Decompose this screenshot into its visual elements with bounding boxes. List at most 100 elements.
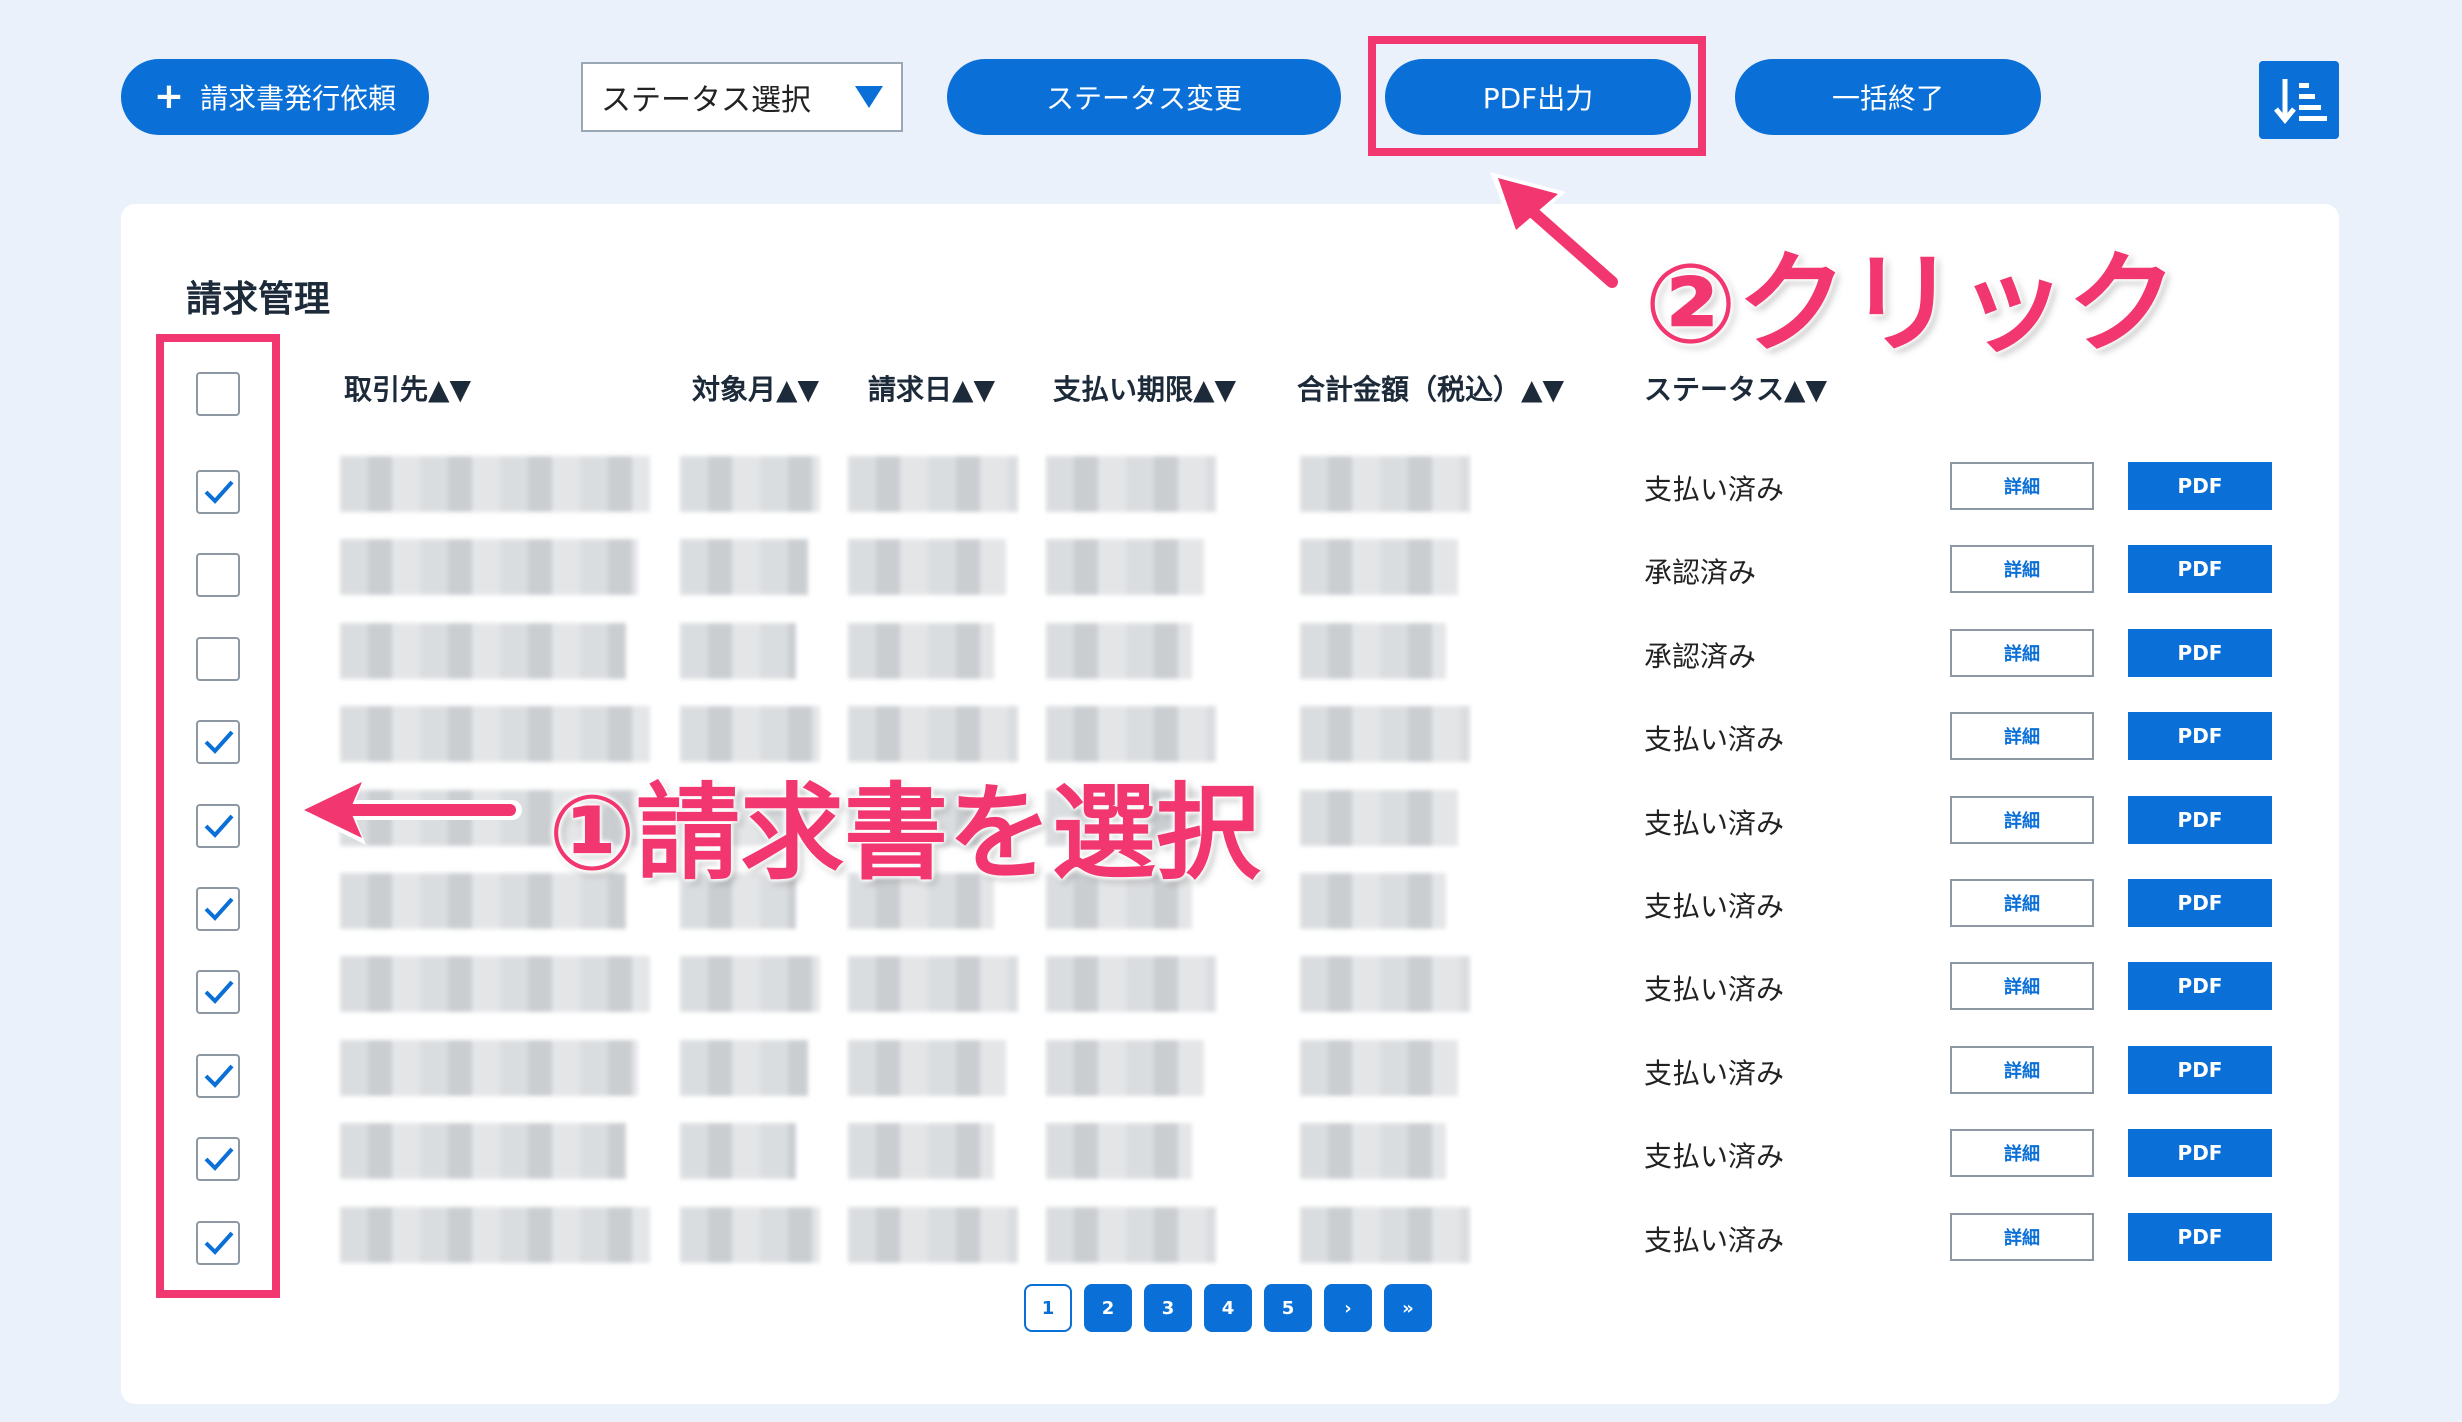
status-text: 支払い済み xyxy=(1644,1057,1785,1090)
detail-button[interactable]: 詳細 xyxy=(1950,629,2094,677)
step2-annotation: ②クリック xyxy=(1644,240,2178,368)
page-4[interactable]: 4 xyxy=(1204,1284,1252,1332)
redacted-cell xyxy=(680,1123,796,1179)
pdf-button[interactable]: PDF xyxy=(2128,962,2272,1010)
last-page-button[interactable]: » xyxy=(1384,1284,1432,1332)
redacted-cell xyxy=(1300,1040,1458,1096)
step1-annotation: ①請求書を選択 xyxy=(548,772,1261,894)
status-select[interactable]: ステータス選択 xyxy=(581,62,903,132)
detail-button[interactable]: 詳細 xyxy=(1950,1213,2094,1261)
redacted-cell xyxy=(1300,623,1446,679)
detail-button[interactable]: 詳細 xyxy=(1950,796,2094,844)
detail-button[interactable]: 詳細 xyxy=(1950,545,2094,593)
header-target-month[interactable]: 対象月▲▼ xyxy=(692,368,819,408)
redacted-cell xyxy=(1046,1123,1192,1179)
pdf-button[interactable]: PDF xyxy=(2128,462,2272,510)
bulk-end-label: 一括終了 xyxy=(1831,82,1944,115)
redacted-cell xyxy=(848,1123,994,1179)
detail-button[interactable]: 詳細 xyxy=(1950,712,2094,760)
redacted-cell xyxy=(1300,1123,1446,1179)
redacted-cell xyxy=(1300,1207,1470,1263)
redacted-cell xyxy=(848,1207,1018,1263)
redacted-cell xyxy=(1046,623,1192,679)
redacted-cell xyxy=(340,1040,638,1096)
detail-button[interactable]: 詳細 xyxy=(1950,962,2094,1010)
redacted-cell xyxy=(848,456,1018,512)
status-text: 承認済み xyxy=(1644,640,1757,673)
redacted-cell xyxy=(680,1207,820,1263)
redacted-cell xyxy=(1300,706,1470,762)
pdf-button[interactable]: PDF xyxy=(2128,1046,2272,1094)
arrow-up-left-icon xyxy=(1490,172,1624,294)
redacted-cell xyxy=(848,539,1006,595)
redacted-cell xyxy=(1300,956,1470,1012)
status-select-value: ステータス選択 xyxy=(601,83,811,118)
pdf-button[interactable]: PDF xyxy=(2128,629,2272,677)
status-text: 承認済み xyxy=(1644,556,1757,589)
redacted-cell xyxy=(680,456,820,512)
redacted-cell xyxy=(680,623,796,679)
redacted-cell xyxy=(1300,539,1458,595)
redacted-cell xyxy=(1046,1207,1216,1263)
page-title: 請求管理 xyxy=(186,279,331,320)
plus-icon: + xyxy=(153,76,185,117)
pdf-button-highlight xyxy=(1368,36,1706,156)
detail-button[interactable]: 詳細 xyxy=(1950,879,2094,927)
pdf-button[interactable]: PDF xyxy=(2128,545,2272,593)
status-change-label: ステータス変更 xyxy=(1045,82,1242,115)
header-status[interactable]: ステータス▲▼ xyxy=(1644,368,1827,408)
header-partner[interactable]: 取引先▲▼ xyxy=(344,368,471,408)
redacted-cell xyxy=(340,1123,626,1179)
redacted-cell xyxy=(1046,539,1204,595)
pdf-button[interactable]: PDF xyxy=(2128,1129,2272,1177)
redacted-cell xyxy=(848,623,994,679)
status-text: 支払い済み xyxy=(1644,807,1785,840)
header-invoice-date[interactable]: 請求日▲▼ xyxy=(868,368,995,408)
redacted-cell xyxy=(340,539,638,595)
next-page-button[interactable]: › xyxy=(1324,1284,1372,1332)
redacted-cell xyxy=(680,1040,808,1096)
header-due-date[interactable]: 支払い期限▲▼ xyxy=(1053,368,1236,408)
detail-button[interactable]: 詳細 xyxy=(1950,1046,2094,1094)
status-text: 支払い済み xyxy=(1644,973,1785,1006)
status-text: 支払い済み xyxy=(1644,890,1785,923)
sort-descending-icon xyxy=(2274,79,2327,124)
status-text: 支払い済み xyxy=(1644,723,1785,756)
redacted-cell xyxy=(340,456,650,512)
request-invoice-button[interactable]: + 請求書発行依頼 xyxy=(121,59,429,135)
redacted-cell xyxy=(340,956,650,1012)
status-text: 支払い済み xyxy=(1644,1140,1785,1173)
request-invoice-label: 請求書発行依頼 xyxy=(200,82,397,115)
redacted-cell xyxy=(1046,456,1216,512)
sort-button[interactable] xyxy=(2259,61,2339,139)
page-3[interactable]: 3 xyxy=(1144,1284,1192,1332)
redacted-cell xyxy=(680,539,808,595)
chevron-down-icon xyxy=(855,86,883,108)
page-1[interactable]: 1 xyxy=(1024,1284,1072,1332)
header-total-amount[interactable]: 合計金額（税込）▲▼ xyxy=(1297,368,1564,408)
redacted-cell xyxy=(340,623,626,679)
checkbox-column-highlight xyxy=(156,334,280,1298)
page-5[interactable]: 5 xyxy=(1264,1284,1312,1332)
pdf-button[interactable]: PDF xyxy=(2128,1213,2272,1261)
page-2[interactable]: 2 xyxy=(1084,1284,1132,1332)
bulk-end-button[interactable]: 一括終了 xyxy=(1735,59,2041,135)
detail-button[interactable]: 詳細 xyxy=(1950,462,2094,510)
detail-button[interactable]: 詳細 xyxy=(1950,1129,2094,1177)
status-change-button[interactable]: ステータス変更 xyxy=(947,59,1341,135)
redacted-cell xyxy=(340,1207,650,1263)
pdf-button[interactable]: PDF xyxy=(2128,879,2272,927)
redacted-cell xyxy=(1300,790,1458,846)
redacted-cell xyxy=(1300,873,1446,929)
redacted-cell xyxy=(848,1040,1006,1096)
redacted-cell xyxy=(1300,456,1470,512)
pdf-button[interactable]: PDF xyxy=(2128,712,2272,760)
status-text: 支払い済み xyxy=(1644,1224,1785,1257)
redacted-cell xyxy=(848,956,1018,1012)
redacted-cell xyxy=(680,956,820,1012)
pdf-button[interactable]: PDF xyxy=(2128,796,2272,844)
redacted-cell xyxy=(1046,1040,1204,1096)
redacted-cell xyxy=(1046,956,1216,1012)
status-text: 支払い済み xyxy=(1644,473,1785,506)
arrow-left-icon xyxy=(296,775,522,845)
